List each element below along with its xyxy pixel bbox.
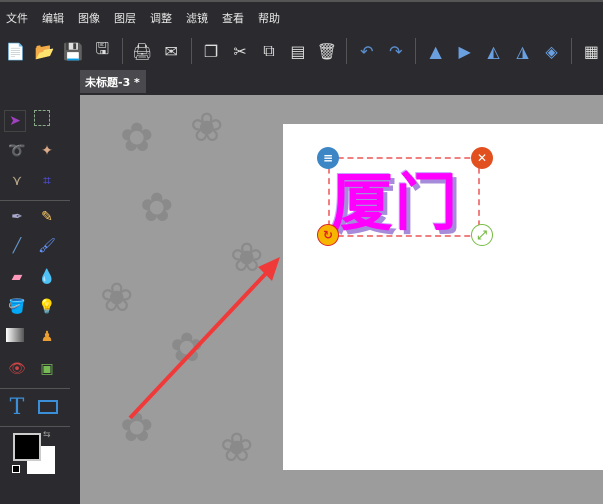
brush-icon[interactable]: 🖌 <box>36 235 58 257</box>
open-folder-icon[interactable]: 📂 <box>33 39 56 63</box>
copy-icon[interactable]: ⧉ <box>258 39 281 63</box>
menu-item[interactable]: 调整 <box>150 10 172 26</box>
delete-icon[interactable]: 🗑 <box>315 39 338 63</box>
toolbar-separator <box>346 38 348 64</box>
gradient-icon[interactable] <box>6 328 24 342</box>
magic-wand-icon[interactable]: ✦ <box>36 140 58 162</box>
line-icon[interactable]: ╱ <box>6 235 28 257</box>
menu-bar: 文件 编辑 图像 图层 调整 滤镜 查看 帮助 <box>0 0 603 34</box>
clone-stamp-icon[interactable]: ♟ <box>36 326 58 348</box>
text-tool-icon[interactable]: T <box>6 395 28 420</box>
tab-document[interactable]: 未标题-3 * <box>80 70 146 93</box>
duplicate-icon[interactable]: ❐ <box>200 39 223 63</box>
divider <box>0 388 70 389</box>
menu-item[interactable]: 文件 <box>6 10 28 26</box>
toolbar-separator <box>121 38 123 64</box>
menu-item[interactable]: 查看 <box>222 10 244 26</box>
paste-icon[interactable]: ▤ <box>286 39 309 63</box>
menu-item[interactable]: 图像 <box>78 10 100 26</box>
default-colors-icon[interactable] <box>12 465 20 473</box>
move-tool-icon[interactable]: ➤ <box>4 110 26 132</box>
divider <box>0 426 70 427</box>
canvas-workspace: ✿ ❀ ✿ ❀ ❀ ✿ ✿ ❀ 厦门 ≡ ✕ ↻ ⤢ <box>80 95 603 504</box>
menu-item[interactable]: 图层 <box>114 10 136 26</box>
flip-horizontal-icon[interactable]: ▲ <box>424 39 447 63</box>
dodge-icon[interactable]: 💡 <box>36 296 58 318</box>
lasso-icon[interactable]: ➰ <box>6 140 28 162</box>
foreground-color-swatch[interactable] <box>13 433 41 461</box>
toolbar-separator <box>570 38 572 64</box>
rotate-left-icon[interactable]: ◭ <box>482 39 505 63</box>
blur-drop-icon[interactable]: 💧 <box>36 266 58 288</box>
print-icon[interactable]: 🖨 <box>131 39 154 63</box>
flip-vertical-icon[interactable]: ▶ <box>453 39 476 63</box>
paint-bucket-icon[interactable]: 🪣 <box>6 296 28 318</box>
grid-icon[interactable]: ▦ <box>580 39 603 63</box>
menu-item[interactable]: 帮助 <box>258 10 280 26</box>
pencil-icon[interactable]: ✎ <box>36 206 58 228</box>
cut-icon[interactable]: ✂ <box>229 39 252 63</box>
rotate-icon[interactable]: ◈ <box>540 39 563 63</box>
menu-item[interactable]: 编辑 <box>42 10 64 26</box>
picture-edit-icon[interactable]: ▣ <box>36 358 58 380</box>
divider <box>0 200 70 201</box>
rect-select-icon[interactable] <box>34 110 50 126</box>
toolbar-separator <box>190 38 192 64</box>
shape-tool-icon[interactable] <box>38 400 58 414</box>
toolbar: 📄 📂 💾 🖫 🖨 ✉ ❐ ✂ ⧉ ▤ 🗑 ↶ ↷ ▲ ▶ ◭ ◮ ◈ ▦ <box>0 34 603 68</box>
eraser-icon[interactable]: ▰ <box>6 266 28 288</box>
toolbar-separator <box>415 38 417 64</box>
redo-icon[interactable]: ↷ <box>384 39 407 63</box>
new-file-icon[interactable]: 📄 <box>4 39 27 63</box>
menu-item[interactable]: 滤镜 <box>186 10 208 26</box>
tool-panel: ➤ ➰ ✦ ⋎ ⌗ ✒ ✎ ╱ 🖌 ▰ 💧 🪣 💡 ♟ 👁 ▣ T ⇆ <box>0 100 75 504</box>
red-arrow-annotation <box>128 257 280 420</box>
undo-icon[interactable]: ↶ <box>355 39 378 63</box>
crop-icon[interactable]: ⌗ <box>36 170 58 192</box>
polygon-lasso-icon[interactable]: ⋎ <box>6 170 28 192</box>
rotate-right-icon[interactable]: ◮ <box>511 39 534 63</box>
save-as-icon[interactable]: 🖫 <box>91 39 114 63</box>
swap-colors-icon[interactable]: ⇆ <box>43 430 51 440</box>
pen-icon[interactable]: ✒ <box>6 206 28 228</box>
email-icon[interactable]: ✉ <box>160 39 183 63</box>
red-eye-icon[interactable]: 👁 <box>6 358 28 380</box>
save-icon[interactable]: 💾 <box>62 39 85 63</box>
